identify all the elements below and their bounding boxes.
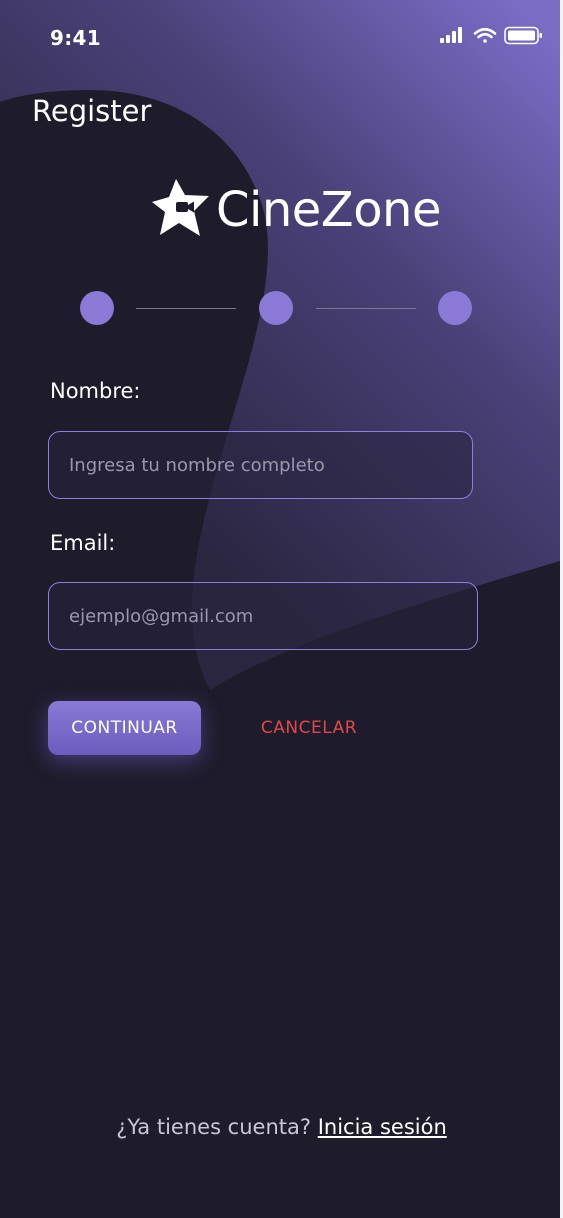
continue-button[interactable]: CONTINUAR: [48, 701, 201, 755]
step-2-dot: [259, 291, 293, 325]
step-3-dot: [438, 291, 472, 325]
logo-text: CineZone: [216, 182, 442, 238]
name-input[interactable]: [48, 431, 473, 499]
login-link[interactable]: Inicia sesión: [318, 1115, 447, 1139]
progress-stepper: [0, 288, 563, 328]
star-camera-logo-icon: [152, 179, 209, 236]
battery-icon: [504, 26, 542, 45]
email-input[interactable]: [48, 582, 478, 650]
register-screen: 9:41 Register CineZone Nombre: Ingresa t…: [0, 0, 563, 1218]
step-connector-2: [316, 308, 416, 309]
login-prompt: ¿Ya tienes cuenta? Inicia sesión: [0, 1112, 563, 1142]
status-time: 9:41: [50, 26, 101, 50]
status-icons: [440, 26, 542, 45]
page-title: Register: [32, 94, 152, 128]
step-1-dot: [80, 291, 114, 325]
cancel-button[interactable]: CANCELAR: [250, 701, 368, 755]
wifi-icon: [473, 27, 497, 43]
step-connector-1: [136, 308, 236, 309]
name-label: Nombre:: [50, 379, 141, 403]
email-label: Email:: [50, 531, 116, 555]
cellular-signal-icon: [440, 27, 462, 43]
login-prompt-text: ¿Ya tienes cuenta?: [116, 1115, 312, 1139]
